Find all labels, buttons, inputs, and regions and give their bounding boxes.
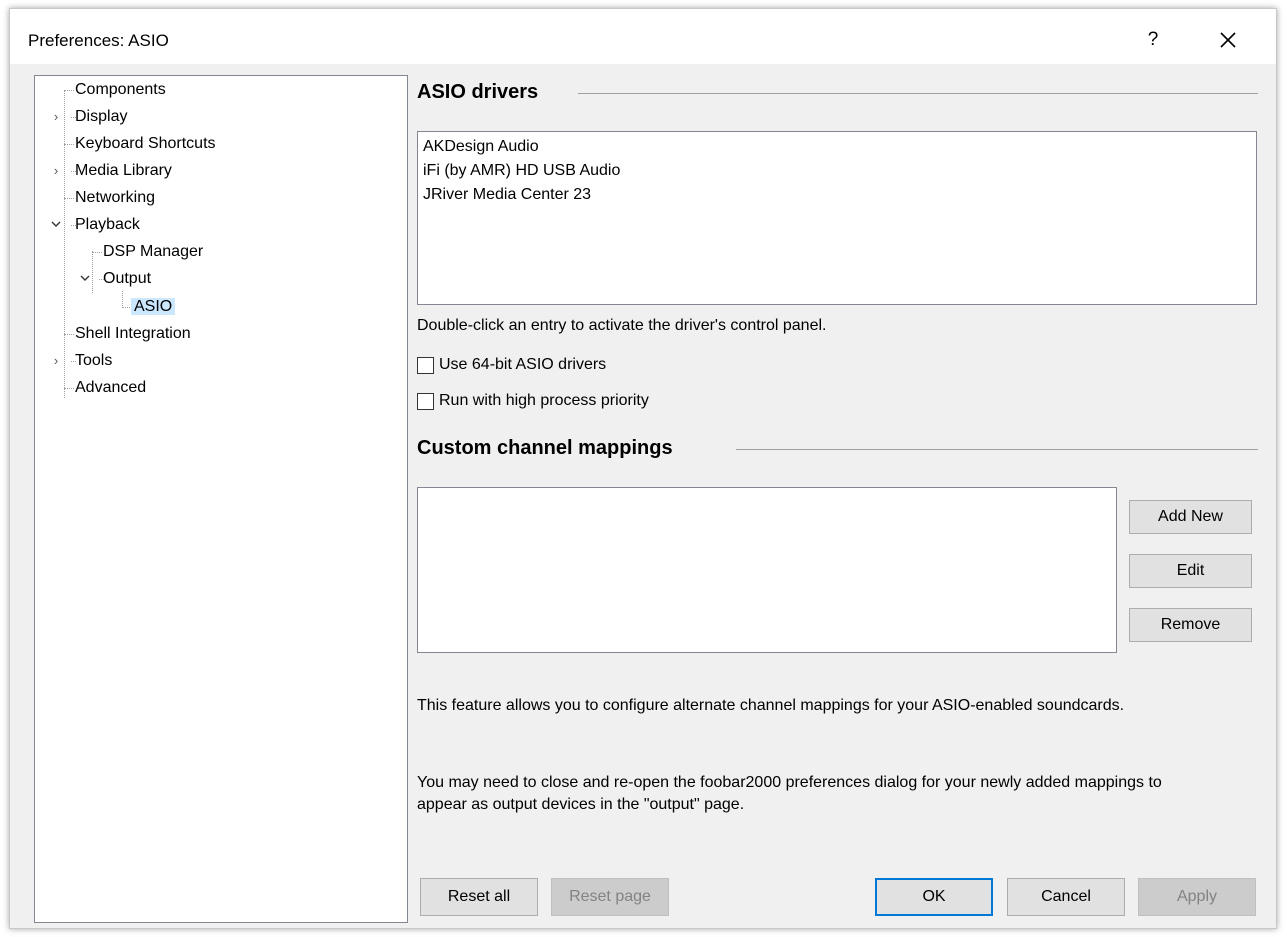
tree-item-label: DSP Manager — [103, 243, 204, 260]
high-priority-checkbox-row[interactable]: Run with high process priority — [417, 390, 649, 412]
section-divider — [736, 449, 1258, 450]
driver-hint-text: Double-click an entry to activate the dr… — [417, 317, 827, 334]
asio-drivers-heading: ASIO drivers — [417, 81, 539, 103]
tree-item-components[interactable]: Components — [72, 79, 169, 101]
tree-item-networking[interactable]: Networking — [72, 187, 158, 209]
use-64bit-label: Use 64-bit ASIO drivers — [439, 356, 607, 373]
tree-expander-collapsed-icon[interactable]: › — [49, 160, 63, 182]
tree-expander-collapsed-icon[interactable]: › — [49, 106, 63, 128]
asio-driver-item[interactable]: iFi (by AMR) HD USB Audio — [418, 159, 1256, 183]
tree-expander-expanded-icon[interactable] — [78, 268, 92, 290]
section-divider — [578, 93, 1258, 94]
tree-item-label: Playback — [75, 216, 140, 233]
tree-item-label: Keyboard Shortcuts — [75, 135, 216, 152]
reset-all-button[interactable]: Reset all — [420, 878, 538, 916]
tree-item-tools[interactable]: Tools — [72, 350, 115, 372]
dialog-title: Preferences: ASIO — [28, 31, 169, 50]
ok-button[interactable]: OK — [875, 878, 993, 916]
tree-item-shell-integration[interactable]: Shell Integration — [72, 323, 194, 345]
asio-driver-item[interactable]: JRiver Media Center 23 — [418, 183, 1256, 207]
tree-item-label: ASIO — [131, 298, 176, 315]
tree-item-label: Output — [103, 270, 152, 287]
tree-item-label: Components — [75, 81, 166, 98]
title-bar: Preferences: ASIO ? — [10, 9, 1276, 64]
high-priority-label: Run with high process priority — [439, 392, 649, 409]
edit-button[interactable]: Edit — [1129, 554, 1252, 588]
channel-mappings-heading: Custom channel mappings — [417, 437, 673, 459]
reset-page-button[interactable]: Reset page — [551, 878, 669, 916]
tree-item-playback[interactable]: Playback — [72, 214, 143, 236]
asio-driver-item[interactable]: AKDesign Audio — [418, 135, 1256, 159]
tree-item-asio[interactable]: ASIO — [131, 296, 176, 318]
tree-item-advanced[interactable]: Advanced — [72, 377, 149, 399]
asio-driver-list[interactable]: AKDesign Audio iFi (by AMR) HD USB Audio… — [417, 131, 1257, 305]
tree-item-keyboard-shortcuts[interactable]: Keyboard Shortcuts — [72, 133, 219, 155]
tree-item-dsp-manager[interactable]: DSP Manager — [100, 241, 206, 263]
remove-button[interactable]: Remove — [1129, 608, 1252, 642]
tree-item-label: Shell Integration — [75, 325, 191, 342]
tree-item-label: Networking — [75, 189, 156, 206]
channel-mappings-list[interactable] — [417, 487, 1117, 653]
tree-item-label: Display — [75, 108, 128, 125]
tree-item-media-library[interactable]: Media Library — [72, 160, 175, 182]
tree-item-label: Media Library — [75, 162, 172, 179]
tree-connector — [64, 90, 65, 398]
tree-connector — [122, 291, 123, 308]
tree-item-label: Advanced — [75, 379, 147, 396]
tree-expander-collapsed-icon[interactable]: › — [49, 350, 63, 372]
add-new-button[interactable]: Add New — [1129, 500, 1252, 534]
mappings-reopen-note: You may need to close and re-open the fo… — [417, 774, 1162, 813]
high-priority-checkbox[interactable] — [417, 392, 434, 410]
tree-connector — [92, 251, 93, 293]
mappings-description: This feature allows you to configure alt… — [417, 697, 1125, 714]
preferences-dialog: Preferences: ASIO ? › › › Components Dis… — [9, 8, 1277, 929]
use-64bit-checkbox-row[interactable]: Use 64-bit ASIO drivers — [417, 354, 606, 376]
tree-item-display[interactable]: Display — [72, 106, 130, 128]
use-64bit-checkbox[interactable] — [417, 356, 434, 374]
preferences-tree[interactable]: › › › Components Display Keyboard Shortc… — [34, 75, 408, 923]
tree-item-output[interactable]: Output — [100, 268, 154, 290]
close-icon — [1220, 32, 1236, 48]
tree-expander-expanded-icon[interactable] — [49, 214, 63, 236]
cancel-button[interactable]: Cancel — [1007, 878, 1125, 916]
apply-button[interactable]: Apply — [1138, 878, 1256, 916]
tree-item-label: Tools — [75, 352, 113, 369]
help-button[interactable]: ? — [1141, 27, 1165, 53]
close-button[interactable] — [1213, 25, 1243, 55]
